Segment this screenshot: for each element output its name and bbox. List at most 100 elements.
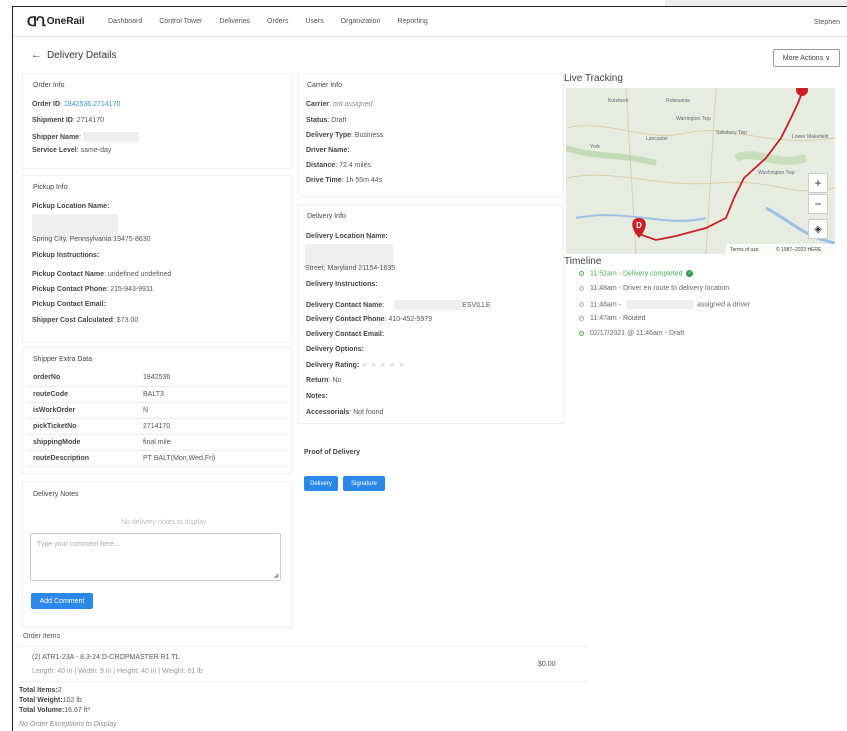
timeline-dot-icon xyxy=(579,285,584,291)
map-label: Robesonia xyxy=(666,98,690,104)
resize-handle-icon[interactable]: ◢ xyxy=(273,572,278,579)
pickup-contact-name-value: undefined undefined xyxy=(107,271,172,278)
pickup-address: Spring City, Pennsylvania 19475-8630 xyxy=(32,236,151,243)
driver-name-line: Driver Name: xyxy=(306,147,350,154)
pickup-instructions-label-text: Pickup Instructions: xyxy=(32,252,100,259)
live-tracking-map[interactable]: D Kutztown Robesonia Lancaster Salisbury… xyxy=(566,88,835,254)
extra-key: routeDescription xyxy=(28,450,138,467)
table-row: routeCode BALT3 xyxy=(28,386,286,403)
nav-dashboard[interactable]: Dashboard xyxy=(108,18,142,25)
total-items-line: Total Items:2 xyxy=(19,687,62,694)
check-circle-icon: ✓ xyxy=(686,270,694,277)
zoom-in-button[interactable]: + xyxy=(808,173,828,193)
delivery-notes-title: Delivery Notes xyxy=(33,491,79,498)
notes-line: Notes: xyxy=(306,393,328,400)
order-id-link[interactable]: 1842536.2714170 xyxy=(64,101,120,108)
map-label: York xyxy=(590,144,600,150)
back-arrow-icon[interactable]: ← xyxy=(31,49,42,61)
timeline-dot-icon xyxy=(579,330,584,336)
timeline-title: Timeline xyxy=(564,256,602,267)
order-items-title: Order Items xyxy=(23,633,60,640)
nav-reporting[interactable]: Reporting xyxy=(397,18,427,25)
extra-key: isWorkOrder xyxy=(28,402,138,419)
pickup-contact-email-label: Pickup Contact Email: xyxy=(32,301,106,308)
shipper-extra-title: Shipper Extra Data xyxy=(33,356,93,363)
more-actions-button[interactable]: More Actions ∨ xyxy=(773,49,840,67)
delivery-address: Street, Maryland 21154-1635 xyxy=(305,265,396,272)
page-header: ← Delivery Details More Actions ∨ xyxy=(13,49,847,69)
status-label: Status xyxy=(306,117,328,124)
delivery-contact-redacted xyxy=(394,300,463,310)
delivery-type-line: Delivery Type: Business xyxy=(306,132,384,139)
extra-value: final mile xyxy=(138,434,286,451)
pickup-contact-name-line: Pickup Contact Name: undefined undefined xyxy=(32,271,172,278)
delivery-contact-email-label: Delivery Contact Email: xyxy=(306,331,385,338)
timeline-text: 11:48am - xyxy=(590,301,621,309)
timeline-text: 11:47am - Routed xyxy=(590,315,646,322)
status-badge: Draft xyxy=(331,117,347,124)
return-line: Return: No xyxy=(306,377,342,384)
live-tracking-title: Live Tracking xyxy=(564,73,623,84)
nav-organization[interactable]: Organization xyxy=(341,18,381,25)
distance-label: Distance xyxy=(306,162,336,169)
total-items-value: 2 xyxy=(57,687,62,694)
rating-stars[interactable]: ★★★★★ xyxy=(361,362,407,369)
map-label: Washington Twp xyxy=(758,170,795,176)
user-menu[interactable]: Stephen xyxy=(814,19,840,26)
shipment-id-value: 2714170 xyxy=(76,117,104,124)
map-layers-icon[interactable]: ◈ xyxy=(808,219,828,239)
nav-orders[interactable]: Orders xyxy=(267,18,288,25)
delivery-photo-button[interactable]: Delivery xyxy=(304,476,338,491)
shipment-id-label: Shipment ID xyxy=(32,117,73,124)
order-id-label: Order ID xyxy=(32,101,61,108)
drive-time-value: 1h 55m 44s xyxy=(345,177,383,184)
delivery-type-label: Delivery Type xyxy=(306,132,352,139)
map-label: Salisbury Twp xyxy=(716,130,747,136)
shipper-extra-table: orderNo 1842536 routeCode BALT3 isWorkOrde… xyxy=(28,370,286,467)
timeline-text-suffix: assigned a driver xyxy=(696,301,751,309)
delivery-options-line: Delivery Options: xyxy=(306,346,364,353)
signature-button[interactable]: Signature xyxy=(343,476,385,491)
table-row: isWorkOrder N xyxy=(28,402,286,419)
pickup-contact-email-line: Pickup Contact Email: xyxy=(32,301,106,308)
timeline-item: 11:48am - Driver en route to delivery lo… xyxy=(579,285,729,292)
total-items-label: Total Items: xyxy=(19,687,58,694)
pickup-info-title: Pickup Info xyxy=(33,184,68,191)
nav-users[interactable]: Users xyxy=(305,18,323,25)
timeline-text: 02/17/2021 @ 11:46am - Draft xyxy=(590,330,685,337)
delivery-options-label: Delivery Options: xyxy=(306,346,364,353)
timeline-item: 11:47am - Routed xyxy=(579,315,646,322)
map-graphic: D Kutztown Robesonia Lancaster Salisbury… xyxy=(566,88,835,254)
timeline-item: 11:48am - assigned a driver xyxy=(579,300,750,309)
delivery-contact-phone-line: Delivery Contact Phone: 410-452-5979 xyxy=(306,316,433,323)
shipper-cost-value: $73.00 xyxy=(116,317,139,324)
shipper-name-label: Shipper Name xyxy=(32,133,80,141)
comment-textarea[interactable]: Type your comment here... ◢ xyxy=(30,533,281,581)
navbar: ᗡՂ OneRail Dashboard Control Tower Deliv… xyxy=(13,7,847,37)
timeline-item: 11:52am - Delivery completed ✓ xyxy=(579,270,694,277)
delivery-contact-name-line: Delivery Contact Name: ESVILLE xyxy=(306,300,491,310)
carrier-value: not assigned xyxy=(332,101,373,108)
pickup-location-label-text: Pickup Location Name: xyxy=(32,203,110,210)
add-comment-button[interactable]: Add Comment xyxy=(31,593,93,609)
extra-value: 2714170 xyxy=(138,418,286,435)
pickup-contact-phone-line: Pickup Contact Phone: 215-943-9911 xyxy=(32,286,154,293)
total-weight-line: Total Weight:102 lb xyxy=(19,697,82,704)
logo[interactable]: ᗡՂ OneRail xyxy=(27,14,107,30)
nav-deliveries[interactable]: Deliveries xyxy=(219,18,250,25)
map-terms[interactable]: Terms of use xyxy=(730,247,759,253)
delivery-rating-line: Delivery Rating: ★★★★★ xyxy=(306,361,408,369)
status-line: Status: Draft xyxy=(306,117,347,124)
order-item-card xyxy=(19,646,588,682)
extra-value: 1842536 xyxy=(138,370,286,387)
destination-marker[interactable]: D xyxy=(636,221,642,230)
nav-control-tower[interactable]: Control Tower xyxy=(159,18,202,25)
extra-value: BALT3 xyxy=(138,386,286,403)
pickup-contact-phone-value: 215-943-9911 xyxy=(110,286,154,293)
total-weight-label: Total Weight: xyxy=(19,697,63,704)
accessorials-line: Accessorials: Not found xyxy=(306,409,384,416)
order-item-name: (2) ATR1-23A - 8.3-24 D-CROPMASTER R1 TL xyxy=(32,654,180,661)
delivery-instructions-label-text: Delivery Instructions: xyxy=(306,281,378,288)
carrier-info-title: Carrier Info xyxy=(307,82,343,89)
zoom-out-button[interactable]: − xyxy=(808,194,828,214)
